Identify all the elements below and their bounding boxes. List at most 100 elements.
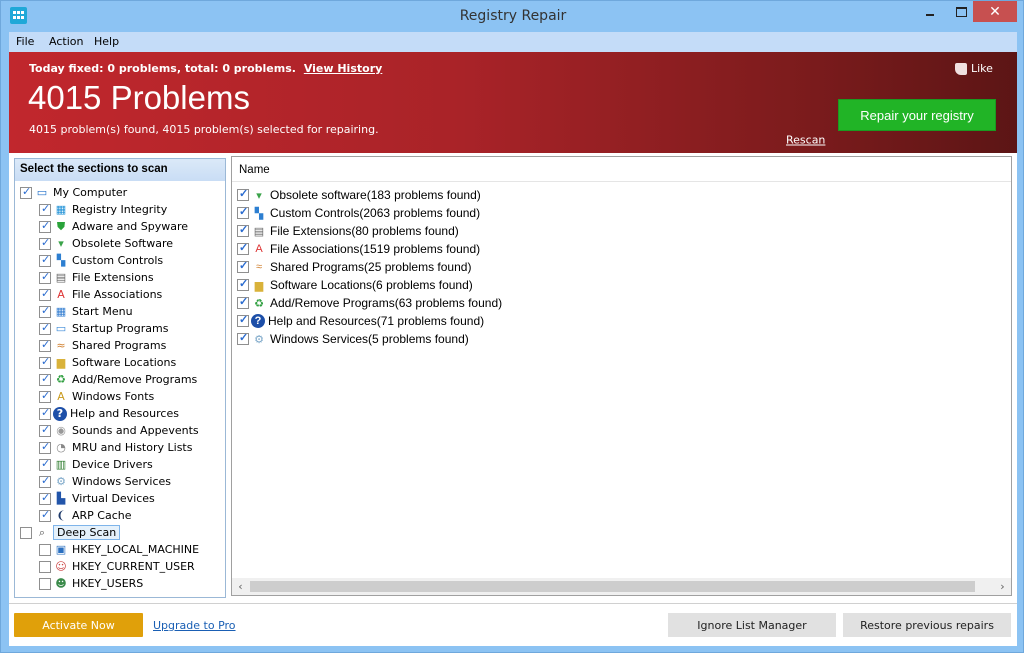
result-row[interactable]: ≈ Shared Programs(25 problems found) <box>237 258 471 276</box>
checkbox[interactable] <box>39 474 51 488</box>
result-row[interactable]: ♻ Add/Remove Programs(63 problems found) <box>237 294 502 312</box>
tree-group-label: My Computer <box>53 186 128 199</box>
users-icon: ☻ <box>55 577 67 590</box>
result-row[interactable]: ⚙ Windows Services(5 problems found) <box>237 330 469 348</box>
tree-item[interactable]: ▦ Registry Integrity <box>39 201 167 218</box>
checkbox[interactable] <box>39 406 51 420</box>
menu-help[interactable]: Help <box>94 35 119 48</box>
tree-item-label: Start Menu <box>72 305 133 318</box>
tree-item[interactable]: ⛊ Adware and Spyware <box>39 218 188 235</box>
checkbox[interactable] <box>39 423 51 437</box>
tree-item[interactable]: ?Help and Resources <box>39 405 179 422</box>
tree-item[interactable]: ♻ Add/Remove Programs <box>39 371 197 388</box>
tree-group-label: Deep Scan <box>53 525 121 540</box>
close-button[interactable]: ✕ <box>973 1 1017 22</box>
repair-registry-button[interactable]: Repair your registry <box>838 99 996 131</box>
result-row[interactable]: ▚ Custom Controls(2063 problems found) <box>237 204 480 222</box>
checkbox[interactable] <box>39 236 51 250</box>
minimize-button[interactable] <box>915 1 945 22</box>
checkbox[interactable] <box>39 202 51 216</box>
folder-icon: ▆ <box>56 356 66 369</box>
upgrade-to-pro-link[interactable]: Upgrade to Pro <box>153 619 236 632</box>
checkbox[interactable] <box>39 577 51 590</box>
tree-item[interactable]: ⚙ Windows Services <box>39 473 171 490</box>
tree-item[interactable]: A Windows Fonts <box>39 388 154 405</box>
window-title: Registry Repair <box>459 8 567 24</box>
tree-item-label: Adware and Spyware <box>72 220 189 233</box>
tree-item[interactable]: ▣ HKEY_LOCAL_MACHINE <box>39 541 199 558</box>
tree-group-deep-scan[interactable]: ⌕ Deep Scan <box>20 524 121 541</box>
problems-headline: 4015 Problems <box>28 79 250 116</box>
tree-group-my-computer[interactable]: ▭ My Computer <box>20 184 127 201</box>
result-row[interactable]: ▾ Obsolete software(183 problems found) <box>237 186 481 204</box>
checkbox[interactable] <box>39 440 51 454</box>
checkbox[interactable] <box>39 543 51 556</box>
checkbox[interactable] <box>39 372 51 386</box>
checkbox[interactable] <box>237 277 249 291</box>
menu-file[interactable]: File <box>16 35 34 48</box>
like-label: Like <box>971 62 993 75</box>
result-row[interactable]: ?Help and Resources(71 problems found) <box>237 312 484 330</box>
tree-item[interactable]: ≈ Shared Programs <box>39 337 166 354</box>
handshake-icon: ≈ <box>255 261 263 273</box>
tree-item[interactable]: ▦ Start Menu <box>39 303 133 320</box>
checkbox[interactable] <box>39 355 51 369</box>
result-row[interactable]: ▆ Software Locations(6 problems found) <box>237 276 473 294</box>
checkbox[interactable] <box>39 287 51 301</box>
tree-item-label: MRU and History Lists <box>72 441 193 454</box>
checkbox[interactable] <box>237 205 249 219</box>
checkbox[interactable] <box>20 185 32 199</box>
tree-item[interactable]: ☻ HKEY_USERS <box>39 575 143 592</box>
tree-item[interactable]: ◉ Sounds and Appevents <box>39 422 199 439</box>
checkbox[interactable] <box>237 187 249 201</box>
menu-bar: File Action Help <box>9 32 1017 52</box>
checkbox[interactable] <box>237 259 249 273</box>
ignore-list-manager-button[interactable]: Ignore List Manager <box>668 613 836 637</box>
checkbox[interactable] <box>237 313 249 327</box>
checkbox[interactable] <box>20 526 32 539</box>
checkbox[interactable] <box>39 389 51 403</box>
tree-item[interactable]: ❨ ARP Cache <box>39 507 132 524</box>
result-row[interactable]: A File Associations(1519 problems found) <box>237 240 480 258</box>
menu-action[interactable]: Action <box>49 35 83 48</box>
checkbox[interactable] <box>39 321 51 335</box>
checkbox[interactable] <box>39 304 51 318</box>
checkbox[interactable] <box>237 295 249 309</box>
start-menu-icon: ▦ <box>55 305 67 318</box>
checkbox[interactable] <box>39 338 51 352</box>
tree-item[interactable]: ▤ File Extensions <box>39 269 154 286</box>
scroll-right-icon[interactable]: › <box>994 578 1011 595</box>
checkbox[interactable] <box>237 241 249 255</box>
checkbox[interactable] <box>39 219 51 233</box>
rescan-link[interactable]: Rescan <box>786 134 825 147</box>
checkbox[interactable] <box>39 491 51 505</box>
tree-item[interactable]: ▚ Custom Controls <box>39 252 163 269</box>
like-button[interactable]: Like <box>955 62 993 75</box>
checkbox[interactable] <box>39 270 51 284</box>
tree-item[interactable]: ◔ MRU and History Lists <box>39 439 192 456</box>
name-column-header[interactable]: Name <box>232 157 1011 182</box>
checkbox[interactable] <box>39 560 51 573</box>
registry-icon: ▦ <box>55 203 67 216</box>
checkbox[interactable] <box>39 508 51 522</box>
tree-item[interactable]: ▭ Startup Programs <box>39 320 168 337</box>
tree-item[interactable]: ▾ Obsolete Software <box>39 235 173 252</box>
scroll-left-icon[interactable]: ‹ <box>232 578 249 595</box>
maximize-button[interactable] <box>946 1 976 22</box>
shield-icon: ⛊ <box>56 219 66 233</box>
restore-previous-repairs-button[interactable]: Restore previous repairs <box>843 613 1011 637</box>
view-history-link[interactable]: View History <box>304 62 382 75</box>
tree-item[interactable]: ☺ HKEY_CURRENT_USER <box>39 558 195 575</box>
horizontal-scrollbar[interactable]: ‹ › <box>232 578 1011 595</box>
scrollbar-thumb[interactable] <box>250 581 975 592</box>
checkbox[interactable] <box>39 457 51 471</box>
checkbox[interactable] <box>39 253 51 267</box>
tree-item[interactable]: A File Associations <box>39 286 162 303</box>
checkbox[interactable] <box>237 223 249 237</box>
tree-item[interactable]: ▆ Software Locations <box>39 354 176 371</box>
result-row[interactable]: ▤ File Extensions(80 problems found) <box>237 222 459 240</box>
activate-now-button[interactable]: Activate Now <box>14 613 143 637</box>
checkbox[interactable] <box>237 331 249 345</box>
tree-item[interactable]: ▥ Device Drivers <box>39 456 153 473</box>
tree-item[interactable]: ▙ Virtual Devices <box>39 490 155 507</box>
